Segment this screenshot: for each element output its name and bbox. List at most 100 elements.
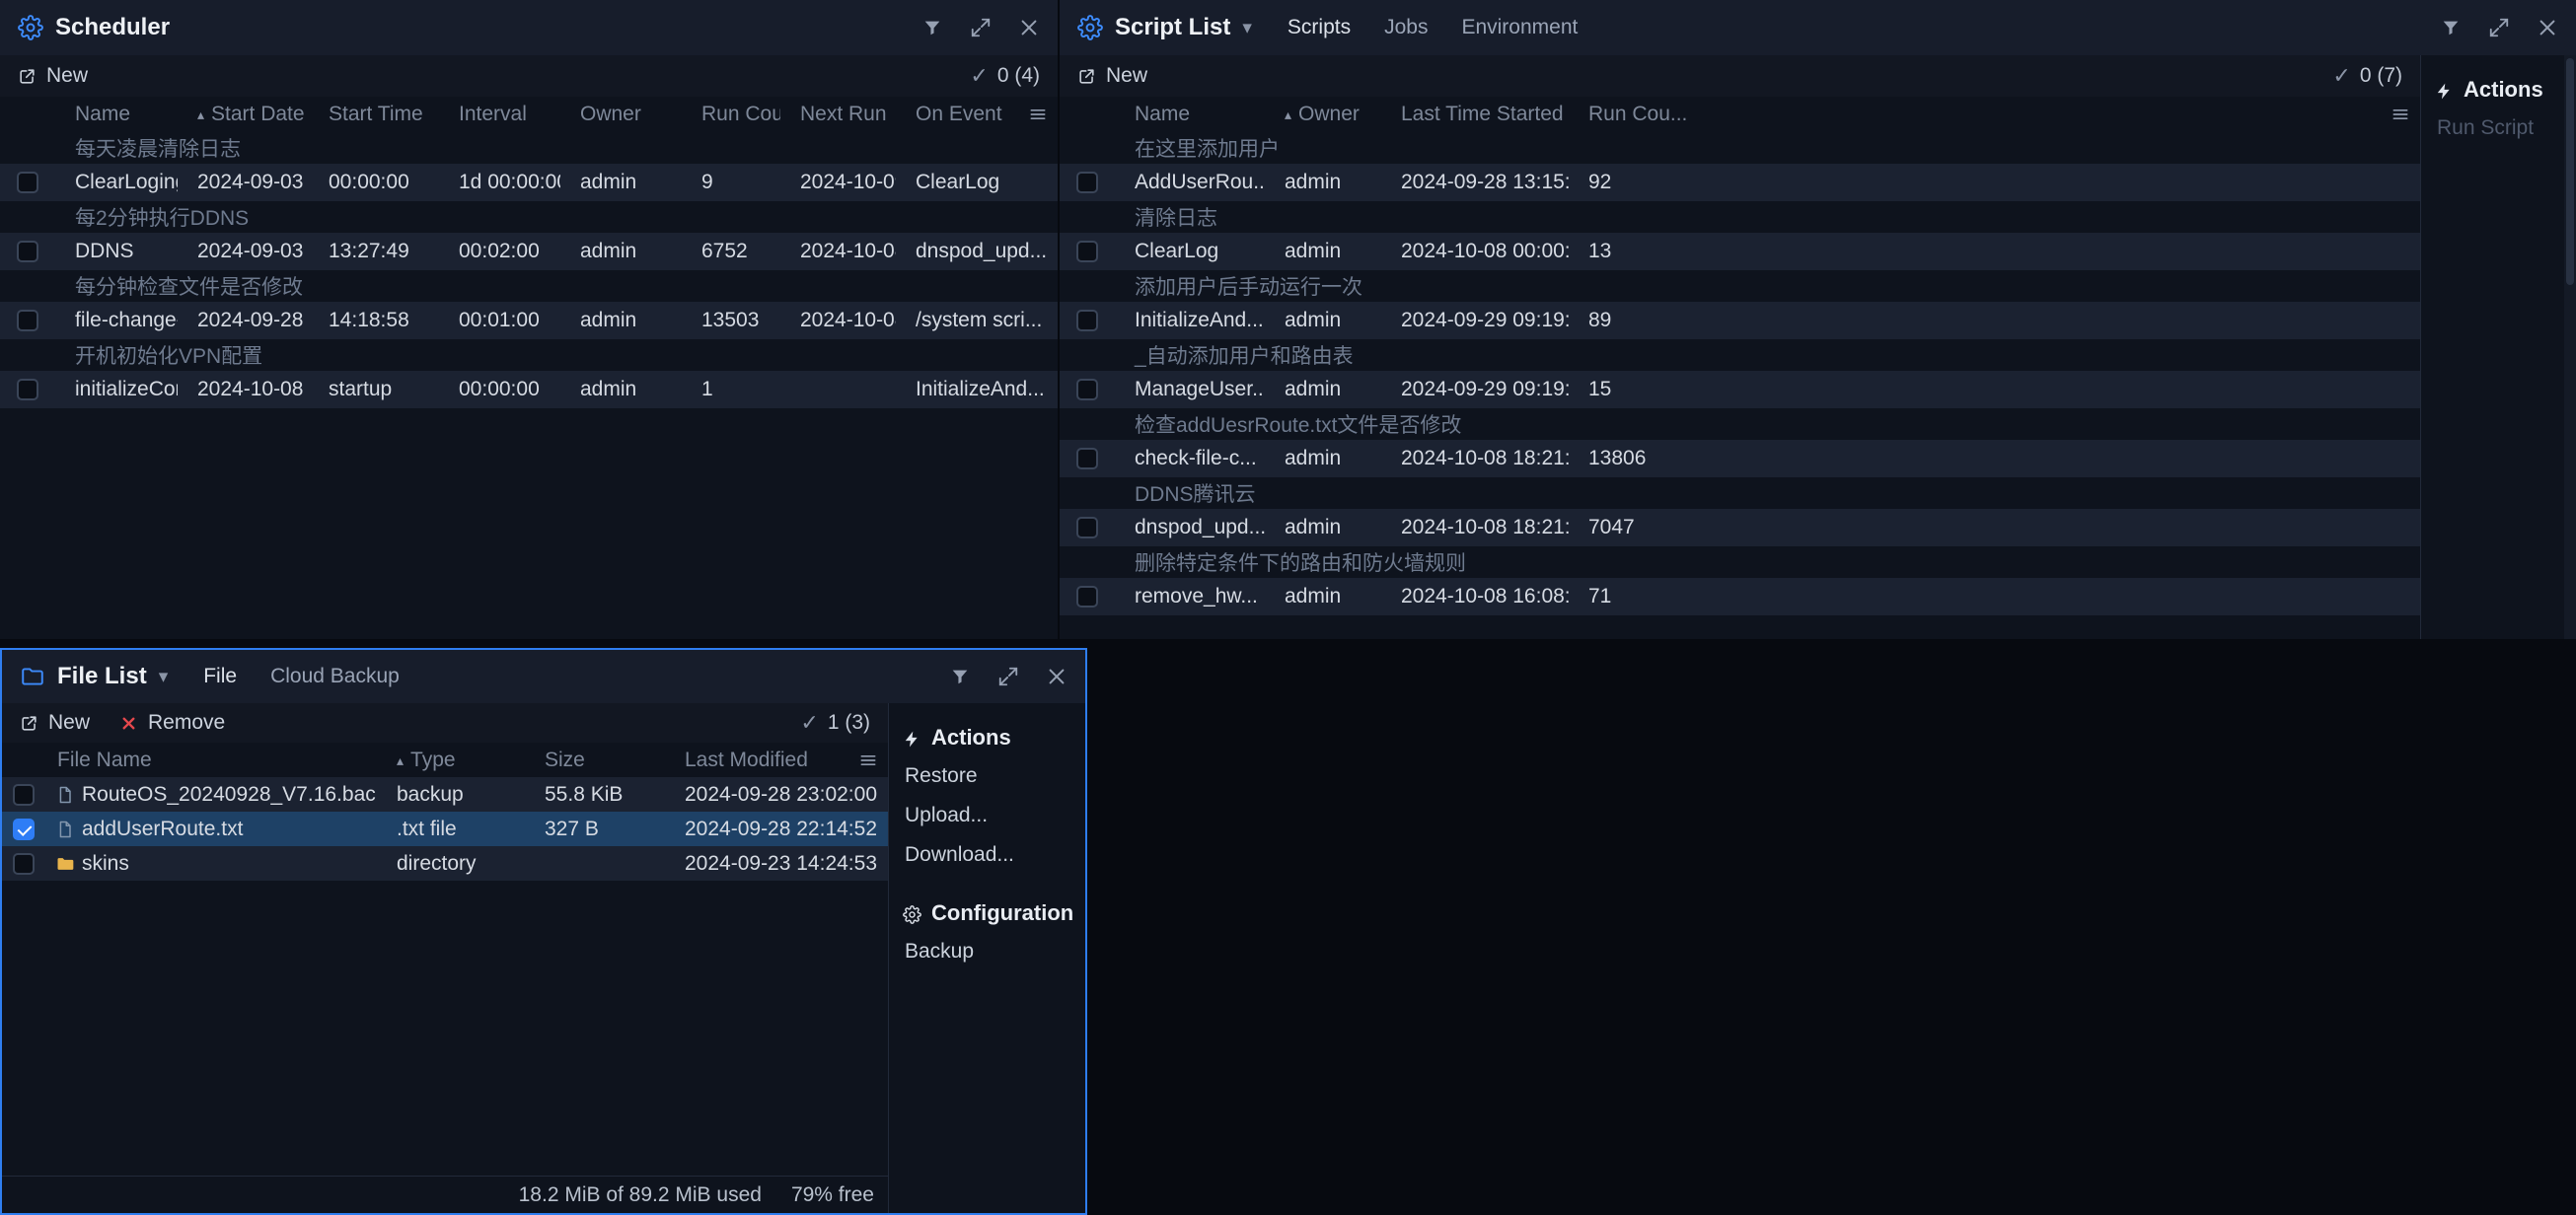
row-checkbox[interactable] — [17, 172, 38, 193]
row-checkbox[interactable] — [1076, 310, 1098, 331]
filter-icon[interactable] — [2440, 17, 2462, 38]
column-header-type[interactable]: ▴Type — [377, 749, 525, 772]
upload-action[interactable]: Upload... — [889, 796, 1085, 835]
vertical-scrollbar[interactable] — [2564, 55, 2576, 639]
new-button-label: New — [46, 64, 88, 88]
run-script-action[interactable]: Run Script — [2421, 108, 2564, 148]
scheduler-comment-row[interactable]: 每分钟检查文件是否修改 — [0, 270, 1058, 302]
scheduler-row[interactable]: initializeCon...2024-10-08startup00:00:0… — [0, 371, 1058, 408]
row-checkbox[interactable] — [1076, 172, 1098, 193]
backup-action[interactable]: Backup — [889, 932, 1085, 971]
restore-action[interactable]: Restore — [889, 756, 1085, 796]
column-header-start-date[interactable]: ▴Start Date — [178, 103, 309, 126]
scheduler-cell-2: 14:18:58 — [309, 309, 439, 332]
row-comment: 每天凌晨清除日志 — [55, 133, 1058, 163]
script-row[interactable]: dnspod_upd...admin2024-10-08 18:21:49704… — [1060, 509, 2420, 546]
checkmark-icon: ✓ — [2332, 65, 2350, 87]
selection-counter: ✓ 1 (3) — [800, 711, 870, 735]
column-header-run-count[interactable]: Run Cou... — [1569, 103, 2420, 126]
close-icon[interactable] — [1018, 17, 1040, 38]
row-checkbox[interactable] — [13, 819, 35, 840]
maximize-icon[interactable] — [2488, 17, 2510, 38]
column-header-owner[interactable]: ▴Owner — [1265, 103, 1381, 126]
scheduler-window: Scheduler New ✓ 0 (4) Name ▴Start Date S… — [0, 0, 1058, 639]
column-settings-icon[interactable] — [858, 750, 878, 770]
new-button[interactable]: New — [18, 64, 88, 88]
column-header-owner[interactable]: Owner — [560, 103, 682, 126]
script-row[interactable]: InitializeAnd...admin2024-09-29 09:19:33… — [1060, 302, 2420, 339]
maximize-icon[interactable] — [970, 17, 992, 38]
column-header-size[interactable]: Size — [525, 749, 665, 772]
new-button[interactable]: New — [20, 711, 90, 735]
row-checkbox[interactable] — [1076, 379, 1098, 400]
script-comment-row[interactable]: 在这里添加用户 — [1060, 132, 2420, 164]
scrollbar-thumb[interactable] — [2566, 58, 2574, 285]
row-checkbox[interactable] — [13, 784, 35, 806]
script-row[interactable]: check-file-c...admin2024-10-08 18:21:581… — [1060, 440, 2420, 477]
column-header-run-count[interactable]: Run Cou... — [682, 103, 780, 126]
script-comment-row[interactable]: 删除特定条件下的路由和防火墙规则 — [1060, 546, 2420, 578]
close-icon[interactable] — [1046, 666, 1067, 687]
scheduler-comment-row[interactable]: 每2分钟执行DDNS — [0, 201, 1058, 233]
scheduler-row[interactable]: DDNS2024-09-0313:27:4900:02:00admin67522… — [0, 233, 1058, 270]
script-comment-row[interactable]: _自动添加用户和路由表 — [1060, 339, 2420, 371]
menu-item-environment[interactable]: Environment — [1461, 16, 1578, 39]
file-row[interactable]: RouteOS_20240928_V7.16.backupbackup55.8 … — [2, 777, 888, 812]
column-header-next-run[interactable]: Next Run — [780, 103, 896, 126]
script-row[interactable]: ClearLogadmin2024-10-08 00:00:0013 — [1060, 233, 2420, 270]
scheduler-cell-4: admin — [560, 309, 682, 332]
file-row[interactable]: skinsdirectory2024-09-23 14:24:53 — [2, 846, 888, 881]
script-row[interactable]: remove_hw...admin2024-10-08 16:08:2571 — [1060, 578, 2420, 615]
row-checkbox[interactable] — [13, 853, 35, 875]
row-checkbox[interactable] — [1076, 448, 1098, 469]
scheduler-cell-1: 2024-09-03 — [178, 240, 309, 263]
row-checkbox[interactable] — [1076, 241, 1098, 262]
column-header-name[interactable]: Name — [55, 103, 178, 126]
remove-button[interactable]: Remove — [119, 711, 225, 735]
file-row[interactable]: addUserRoute.txt.txt file327 B2024-09-28… — [2, 812, 888, 846]
scheduler-comment-row[interactable]: 开机初始化VPN配置 — [0, 339, 1058, 371]
column-header-last-modified[interactable]: Last Modified — [665, 749, 888, 772]
scheduler-comment-row[interactable]: 每天凌晨清除日志 — [0, 132, 1058, 164]
scheduler-cell-2: 13:27:49 — [309, 240, 439, 263]
column-settings-icon[interactable] — [1028, 105, 1048, 124]
menu-item-scripts[interactable]: Scripts — [1288, 16, 1351, 39]
filter-icon[interactable] — [949, 666, 971, 687]
scheduler-row[interactable]: file-change-...2024-09-2814:18:5800:01:0… — [0, 302, 1058, 339]
file-list-table-body: RouteOS_20240928_V7.16.backupbackup55.8 … — [2, 777, 888, 881]
column-settings-icon[interactable] — [2391, 105, 2410, 124]
column-header-last-time-started[interactable]: Last Time Started — [1381, 103, 1569, 126]
script-row[interactable]: AddUserRou...admin2024-09-28 13:15:3192 — [1060, 164, 2420, 201]
menu-item-file[interactable]: File — [203, 665, 237, 688]
menu-item-cloud-backup[interactable]: Cloud Backup — [270, 665, 400, 688]
column-header-name[interactable]: Name — [1115, 103, 1265, 126]
sort-ascending-icon: ▴ — [1285, 107, 1291, 121]
script-comment-row[interactable]: 检查addUesrRoute.txt文件是否修改 — [1060, 408, 2420, 440]
column-header-file-name[interactable]: File Name — [45, 749, 377, 772]
scheduler-cell-3: 00:02:00 — [439, 240, 560, 263]
script-comment-row[interactable]: DDNS腾讯云 — [1060, 477, 2420, 509]
row-comment: 开机初始化VPN配置 — [55, 340, 1058, 370]
column-header-interval[interactable]: Interval — [439, 103, 560, 126]
menu-item-jobs[interactable]: Jobs — [1384, 16, 1428, 39]
script-list-table-body: 在这里添加用户AddUserRou...admin2024-09-28 13:1… — [1060, 132, 2420, 615]
row-checkbox[interactable] — [1076, 517, 1098, 538]
chevron-down-icon[interactable]: ▾ — [159, 668, 169, 686]
scheduler-cell-0: initializeCon... — [55, 378, 178, 401]
new-button[interactable]: New — [1077, 64, 1147, 88]
filter-icon[interactable] — [921, 17, 943, 38]
scheduler-row[interactable]: ClearLoging2024-09-0300:00:001d 00:00:00… — [0, 164, 1058, 201]
row-checkbox[interactable] — [17, 241, 38, 262]
script-list-window: Script List ▾ Scripts Jobs Environment N… — [1060, 0, 2576, 639]
script-row[interactable]: ManageUser...admin2024-09-29 09:19:3315 — [1060, 371, 2420, 408]
chevron-down-icon[interactable]: ▾ — [1242, 19, 1252, 37]
script-comment-row[interactable]: 添加用户后手动运行一次 — [1060, 270, 2420, 302]
row-checkbox[interactable] — [17, 310, 38, 331]
close-icon[interactable] — [2537, 17, 2558, 38]
download-action[interactable]: Download... — [889, 835, 1085, 875]
script-comment-row[interactable]: 清除日志 — [1060, 201, 2420, 233]
column-header-start-time[interactable]: Start Time — [309, 103, 439, 126]
maximize-icon[interactable] — [997, 666, 1019, 687]
row-checkbox[interactable] — [17, 379, 38, 400]
row-checkbox[interactable] — [1076, 586, 1098, 608]
